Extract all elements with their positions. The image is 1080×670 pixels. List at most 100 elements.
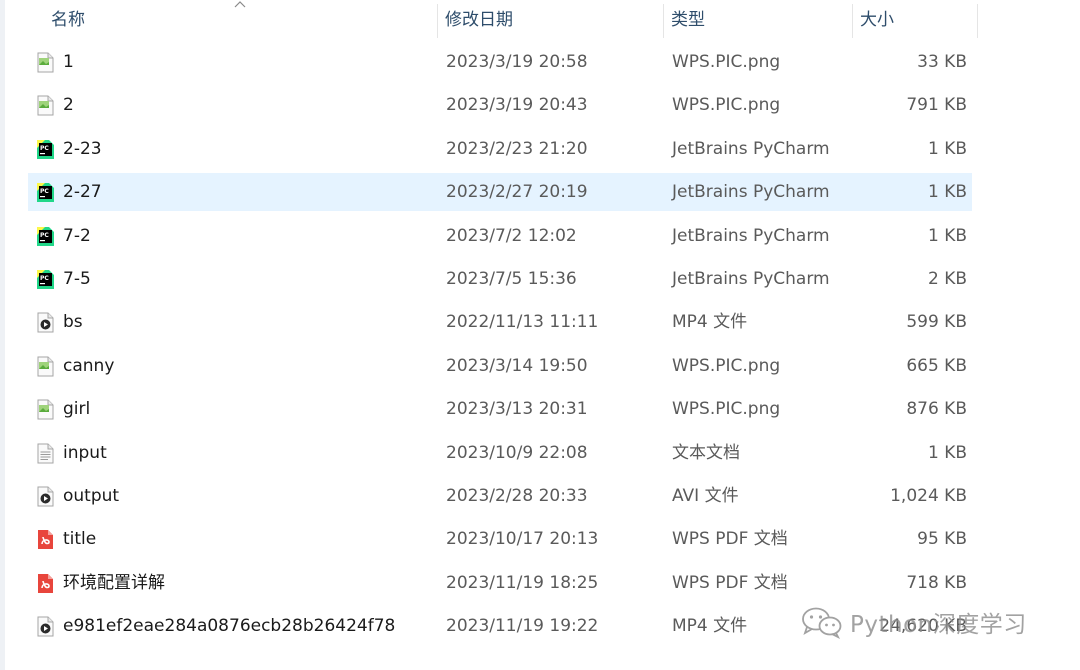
column-header-date[interactable]: 修改日期: [445, 0, 513, 40]
file-modified-date: 2023/2/27 20:19: [446, 182, 588, 203]
file-name: girl: [63, 399, 91, 420]
file-type: WPS.PIC.png: [672, 95, 781, 116]
file-modified-date: 2023/3/14 19:50: [446, 355, 588, 376]
navigation-pane-edge: [0, 0, 5, 670]
column-header-type[interactable]: 类型: [671, 0, 705, 40]
file-type: MP4 文件: [672, 312, 748, 333]
column-header-size[interactable]: 大小: [860, 0, 894, 40]
file-row[interactable]: PC 2-27 2023/2/27 20:19 JetBrains PyCharm 1 …: [28, 173, 972, 212]
file-size: 876 KB: [906, 399, 967, 420]
image-file-icon: [35, 399, 55, 420]
file-name: 7-5: [63, 269, 91, 289]
file-modified-date: 2023/7/2 12:02: [446, 225, 577, 246]
svg-text:PC: PC: [40, 188, 49, 195]
file-type: WPS PDF 文档: [672, 572, 788, 593]
pycharm-file-icon: PC: [35, 226, 55, 247]
file-size: 95 KB: [917, 529, 967, 550]
file-type: MP4 文件: [672, 616, 748, 637]
file-size: 1 KB: [927, 225, 967, 246]
file-type: 文本文档: [672, 442, 740, 463]
svg-text:PC: PC: [40, 145, 49, 152]
file-modified-date: 2022/11/13 11:11: [446, 312, 599, 333]
file-modified-date: 2023/7/5 15:36: [446, 269, 577, 289]
file-row[interactable]: PC 2-23 2023/2/23 21:20 JetBrains PyCharm 1 …: [28, 130, 972, 168]
column-divider[interactable]: [977, 4, 978, 38]
file-size: 791 KB: [906, 95, 967, 116]
file-row[interactable]: 环境配置详解 2023/11/19 18:25 WPS PDF 文档 718 KB: [28, 564, 972, 602]
column-divider[interactable]: [852, 4, 853, 38]
video-file-icon: [35, 616, 55, 637]
file-size: 1 KB: [927, 182, 967, 203]
file-name: e981ef2eae284a0876ecb28b26424f78: [63, 616, 396, 637]
column-header-name[interactable]: 名称: [51, 0, 85, 40]
column-divider[interactable]: [663, 4, 664, 38]
pycharm-file-icon: PC: [35, 139, 55, 160]
file-name: 7-2: [63, 225, 91, 246]
pycharm-file-icon: PC: [35, 182, 55, 203]
file-size: 1,024 KB: [890, 486, 967, 506]
svg-text:PC: PC: [40, 232, 49, 239]
file-row[interactable]: girl 2023/3/13 20:31 WPS.PIC.png 876 KB: [28, 390, 972, 428]
file-modified-date: 2023/11/19 19:22: [446, 616, 599, 637]
file-size: 599 KB: [906, 312, 967, 333]
video-file-icon: [35, 486, 55, 507]
file-modified-date: 2023/11/19 18:25: [446, 572, 599, 593]
file-row[interactable]: bs 2022/11/13 11:11 MP4 文件 599 KB: [28, 303, 972, 341]
file-size: 718 KB: [906, 572, 967, 593]
text-file-icon: [35, 443, 55, 464]
svg-text:PC: PC: [40, 275, 49, 282]
file-row[interactable]: canny 2023/3/14 19:50 WPS.PIC.png 665 KB: [28, 347, 972, 385]
file-modified-date: 2023/3/19 20:43: [446, 95, 588, 116]
file-name: 2-23: [63, 138, 102, 159]
file-size: 33 KB: [917, 52, 967, 72]
pdf-file-icon: [35, 529, 55, 550]
file-row[interactable]: output 2023/2/28 20:33 AVI 文件 1,024 KB: [28, 477, 972, 515]
file-type: JetBrains PyCharm: [672, 269, 830, 289]
file-name: 环境配置详解: [63, 572, 165, 593]
file-explorer-list: 名称 修改日期 类型 大小 1 2023/3/19 20:58 WPS.PIC.pn…: [0, 0, 1080, 670]
file-name: output: [63, 486, 120, 506]
file-row[interactable]: title 2023/10/17 20:13 WPS PDF 文档 95 KB: [28, 520, 972, 558]
file-modified-date: 2023/10/9 22:08: [446, 442, 588, 463]
file-name: 1: [63, 52, 74, 72]
file-row[interactable]: 2 2023/3/19 20:43 WPS.PIC.png 791 KB: [28, 86, 972, 124]
file-row[interactable]: input 2023/10/9 22:08 文本文档 1 KB: [28, 434, 972, 472]
file-name: 2-27: [63, 182, 102, 203]
file-size: 1 KB: [927, 442, 967, 463]
file-size: 2 KB: [927, 269, 967, 289]
file-name: bs: [63, 312, 83, 333]
watermark: Python深度学习: [800, 602, 1027, 642]
file-modified-date: 2023/2/28 20:33: [446, 486, 588, 506]
column-divider[interactable]: [437, 4, 438, 38]
image-file-icon: [35, 95, 55, 116]
file-name: title: [63, 529, 97, 550]
file-row[interactable]: PC 7-5 2023/7/5 15:36 JetBrains PyCharm 2 KB: [28, 260, 972, 298]
file-size: 665 KB: [906, 355, 967, 376]
file-row[interactable]: PC 7-2 2023/7/2 12:02 JetBrains PyCharm 1 KB: [28, 217, 972, 255]
file-type: WPS.PIC.png: [672, 52, 781, 72]
file-type: WPS PDF 文档: [672, 529, 788, 550]
file-type: JetBrains PyCharm: [672, 182, 830, 203]
file-type: AVI 文件: [672, 486, 739, 506]
file-modified-date: 2023/3/13 20:31: [446, 399, 588, 420]
file-modified-date: 2023/10/17 20:13: [446, 529, 599, 550]
file-name: input: [63, 442, 107, 463]
pdf-file-icon: [35, 573, 55, 594]
pycharm-file-icon: PC: [35, 269, 55, 290]
file-name: 2: [63, 95, 74, 116]
file-type: JetBrains PyCharm: [672, 138, 830, 159]
image-file-icon: [35, 52, 55, 73]
file-type: JetBrains PyCharm: [672, 225, 830, 246]
file-modified-date: 2023/2/23 21:20: [446, 138, 588, 159]
sort-ascending-icon: [234, 1, 246, 8]
watermark-text: Python深度学习: [850, 612, 1027, 638]
image-file-icon: [35, 356, 55, 377]
file-name: canny: [63, 355, 115, 376]
file-size: 1 KB: [927, 138, 967, 159]
file-type: WPS.PIC.png: [672, 355, 781, 376]
file-type: WPS.PIC.png: [672, 399, 781, 420]
wechat-icon: [802, 607, 842, 639]
file-row[interactable]: 1 2023/3/19 20:58 WPS.PIC.png 33 KB: [28, 43, 972, 81]
video-file-icon: [35, 312, 55, 333]
file-modified-date: 2023/3/19 20:58: [446, 52, 588, 72]
